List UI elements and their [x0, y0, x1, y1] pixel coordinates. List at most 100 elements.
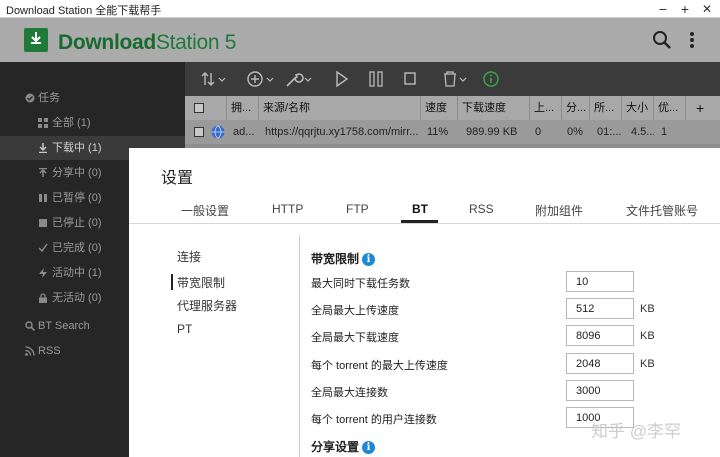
sidebar-item-label: 已停止 (0): [52, 217, 102, 229]
sidebar-item-label: 全部 (1): [52, 117, 91, 129]
dialog-title: 设置: [161, 170, 194, 187]
tab-http[interactable]: HTTP: [272, 202, 303, 216]
column-header-progress[interactable]: 速度: [421, 96, 458, 120]
settings-dialog: 设置 一般设置 HTTP FTP BT RSS 附加组件 文件托管账号 连接 带…: [129, 148, 720, 457]
tab-general[interactable]: 一般设置: [181, 202, 229, 219]
app-name-light: Station 5: [155, 31, 237, 54]
select-all-cell: [185, 96, 227, 120]
maximize-button[interactable]: +: [676, 0, 694, 18]
column-header-time[interactable]: 所...: [590, 96, 622, 120]
download-arrow-icon: [39, 143, 47, 153]
upload-arrow-icon: [39, 168, 47, 177]
subnav-pt[interactable]: PT: [177, 322, 192, 336]
row-time: 01:...: [597, 126, 622, 138]
tab-rss[interactable]: RSS: [469, 202, 494, 216]
stop-icon: [39, 219, 47, 227]
torrent-max-upload-unit: KB: [640, 358, 655, 370]
torrent-max-upload-input[interactable]: [566, 353, 634, 374]
select-all-checkbox[interactable]: [194, 103, 204, 113]
tab-bt[interactable]: BT: [412, 202, 428, 216]
app-name: DownloadStation 5: [58, 31, 236, 55]
column-header-download-speed[interactable]: 下载速度: [458, 96, 530, 120]
row-priority: 1: [661, 126, 668, 138]
table-row[interactable]: ad... https://qqrjtu.xy1758.com/mirr... …: [185, 120, 720, 144]
column-header-owner[interactable]: 拥...: [227, 96, 259, 120]
subnav-proxy[interactable]: 代理服务器: [177, 297, 237, 314]
global-max-download-unit: KB: [640, 330, 655, 342]
minimize-button[interactable]: −: [654, 0, 672, 18]
rss-icon: [25, 346, 35, 356]
lock-icon: [39, 293, 47, 303]
share-section-label: 分享设置: [311, 440, 360, 454]
row-share: 0%: [567, 126, 583, 138]
max-download-tasks-label: 最大同时下载任务数: [311, 278, 410, 290]
grid-icon: [38, 118, 48, 128]
sidebar-item-label: 分享中 (0): [52, 167, 102, 179]
tab-file-hosting[interactable]: 文件托管账号: [626, 202, 698, 219]
play-icon[interactable]: [335, 70, 349, 88]
row-owner: ad...: [233, 126, 255, 138]
row-size: 4.5...: [631, 126, 654, 138]
global-max-connections-input[interactable]: [566, 380, 634, 401]
info-icon[interactable]: i: [362, 253, 376, 267]
active-tab-indicator: [401, 220, 438, 223]
tab-ftp[interactable]: FTP: [346, 202, 369, 216]
vertical-divider: [299, 235, 300, 457]
wrench-settings-icon[interactable]: [285, 70, 313, 88]
sort-icon[interactable]: [201, 70, 227, 88]
pause-icon[interactable]: [368, 70, 384, 88]
check-icon: [38, 243, 48, 253]
download-station-logo-icon: [24, 28, 48, 52]
tab-addons[interactable]: 附加组件: [535, 202, 583, 219]
sidebar-item-label: 已暂停 (0): [52, 192, 102, 204]
stop-icon[interactable]: [403, 70, 417, 88]
add-task-icon[interactable]: [247, 70, 275, 88]
bandwidth-section-label: 带宽限制: [311, 252, 360, 266]
toolbar: [185, 62, 720, 96]
global-max-upload-input[interactable]: [566, 298, 634, 319]
add-column-button[interactable]: +: [686, 96, 720, 120]
more-menu-icon[interactable]: [682, 30, 702, 50]
window-titlebar: Download Station 全能下载帮手 − + ✕: [0, 0, 720, 18]
http-globe-icon: [211, 125, 225, 139]
torrent-max-upload-label: 每个 torrent 的最大上传速度: [311, 360, 448, 372]
column-header-source[interactable]: 来源/名称: [259, 96, 421, 120]
global-max-download-label: 全局最大下载速度: [311, 332, 399, 344]
delete-trash-icon[interactable]: [442, 70, 470, 88]
max-download-tasks-input[interactable]: [566, 271, 634, 292]
sidebar-item-label: BT Search: [38, 320, 90, 332]
global-max-download-input[interactable]: [566, 325, 634, 346]
sidebar-item-label: RSS: [38, 345, 61, 357]
close-button[interactable]: ✕: [698, 0, 716, 18]
global-max-upload-unit: KB: [640, 303, 655, 315]
tasks-check-circle-icon: [25, 93, 35, 103]
subnav-bandwidth[interactable]: 带宽限制: [177, 274, 225, 291]
sidebar-item-label: 活动中 (1): [52, 267, 102, 279]
info-icon[interactable]: i: [362, 441, 376, 455]
app-header: DownloadStation 5: [0, 18, 720, 62]
table-header: 拥... 来源/名称 速度 下载速度 上... 分... 所... 大小 优..…: [185, 96, 720, 120]
lightning-icon: [39, 268, 47, 278]
search-icon[interactable]: [652, 30, 672, 50]
settings-tabs: 一般设置 HTTP FTP BT RSS 附加组件 文件托管账号: [129, 194, 720, 224]
column-header-upload[interactable]: 上...: [530, 96, 562, 120]
sidebar-item-all[interactable]: 全部 (1): [0, 111, 185, 135]
row-upload: 0: [535, 126, 542, 138]
info-green-icon[interactable]: [483, 70, 499, 88]
window-title: Download Station 全能下载帮手: [6, 5, 162, 17]
row-checkbox[interactable]: [194, 127, 204, 137]
sidebar-section-tasks[interactable]: 任务: [0, 86, 185, 110]
column-header-size[interactable]: 大小: [622, 96, 654, 120]
app-name-bold: Download: [58, 31, 156, 54]
global-max-upload-label: 全局最大上传速度: [311, 305, 399, 317]
subnav-active-indicator: [171, 274, 173, 290]
pause-icon: [39, 194, 47, 202]
column-header-priority[interactable]: 优...: [654, 96, 686, 120]
row-download-speed: 989.99 KB: [466, 126, 518, 138]
sidebar-item-label: 已完成 (0): [52, 242, 102, 254]
search-icon: [25, 321, 35, 331]
column-header-share[interactable]: 分...: [562, 96, 590, 120]
torrent-peer-connections-label: 每个 torrent 的用户连接数: [311, 414, 437, 426]
subnav-connection[interactable]: 连接: [177, 248, 201, 265]
row-source: https://qqrjtu.xy1758.com/mirr...: [265, 126, 419, 138]
